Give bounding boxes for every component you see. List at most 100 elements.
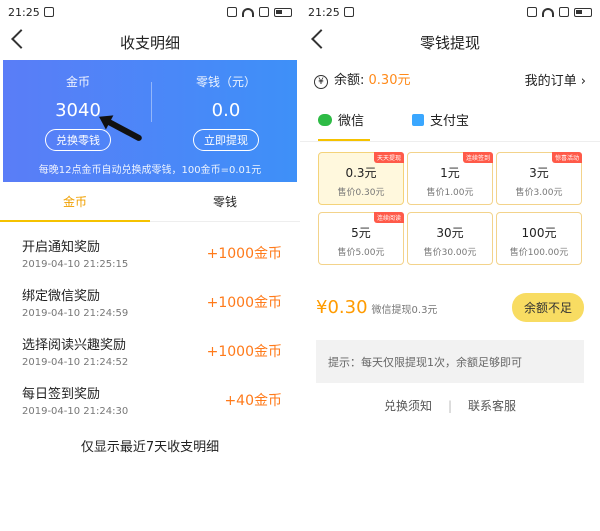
tab-coins[interactable]: 金币 xyxy=(0,182,150,222)
bottom-links: 兑换须知 | 联系客服 xyxy=(300,397,600,414)
record-time: 2019-04-10 21:24:59 xyxy=(22,307,129,319)
amount-option[interactable]: 30元售价30.00元 xyxy=(407,212,493,265)
option-price: 3元 xyxy=(529,166,549,180)
selection-bar: ¥0.30 微信提现0.3元 余额不足 xyxy=(300,280,600,334)
orders-link[interactable]: 我的订单 › xyxy=(525,70,586,89)
records-list: 开启通知奖励 2019-04-10 21:25:15 +1000金币 绑定微信奖励… xyxy=(0,222,300,424)
coins-label: 金币 xyxy=(65,75,90,89)
tip-box: 提示：每天仅限提现1次，余额足够即可 xyxy=(316,340,584,383)
record-time: 2019-04-10 21:25:15 xyxy=(22,258,129,270)
vibrate-icon xyxy=(527,7,537,17)
amount-option[interactable]: 100元售价100.00元 xyxy=(496,212,582,265)
contact-service-link[interactable]: 联系客服 xyxy=(460,399,524,413)
tabs: 金币 零钱 xyxy=(0,182,300,222)
option-sale: 售价3.00元 xyxy=(515,188,563,198)
change-value: 0.0 xyxy=(211,100,241,121)
option-sale: 售价30.00元 xyxy=(423,248,477,258)
record-title: 选择阅读兴趣奖励 xyxy=(22,337,127,353)
wifi-icon xyxy=(542,7,554,17)
tab-change[interactable]: 零钱 xyxy=(150,182,300,221)
payment-methods: 微信 支付宝 xyxy=(300,98,600,142)
record-time: 2019-04-10 21:24:52 xyxy=(22,356,129,368)
link-separator: | xyxy=(447,399,453,413)
header: 零钱提现 xyxy=(300,24,600,60)
option-price: 5元 xyxy=(351,226,371,240)
alipay-label: 支付宝 xyxy=(430,114,470,129)
change-label: 零钱（元） xyxy=(195,75,256,89)
option-tag: 连续签到 xyxy=(462,152,493,163)
record-title: 每日签到奖励 xyxy=(22,386,101,402)
right-screen: 21:25 零钱提现 ¥ 余额: 0.30元 我的订单 › 微信 支付宝 天天提现… xyxy=(300,0,600,531)
selected-price-desc: 微信提现0.3元 xyxy=(371,304,438,316)
list-item: 开启通知奖励 2019-04-10 21:25:15 +1000金币 xyxy=(22,228,282,277)
page-title: 收支明细 xyxy=(119,33,180,52)
back-icon[interactable] xyxy=(11,29,31,49)
records-footer: 仅显示最近7天收支明细 xyxy=(80,440,220,455)
amount-option[interactable]: 连续阅读 5元售价5.00元 xyxy=(318,212,404,265)
page-title: 零钱提现 xyxy=(419,33,480,52)
record-amount: +1000金币 xyxy=(206,343,282,360)
amount-option[interactable]: 惊喜活动 3元售价3.00元 xyxy=(496,152,582,205)
option-sale: 售价1.00元 xyxy=(426,188,474,198)
option-tag: 惊喜活动 xyxy=(551,152,582,163)
summary-divider xyxy=(151,82,152,122)
status-bar: 21:25 xyxy=(0,0,300,24)
sim-icon xyxy=(259,7,269,17)
battery-icon xyxy=(274,7,292,17)
record-amount: +40金币 xyxy=(224,392,282,409)
record-title: 绑定微信奖励 xyxy=(22,288,101,304)
battery-icon xyxy=(574,7,592,17)
change-block: 零钱（元） 0.0 立即提现 xyxy=(161,73,291,151)
alipay-icon xyxy=(412,113,425,126)
list-item: 绑定微信奖励 2019-04-10 21:24:59 +1000金币 xyxy=(22,277,282,326)
back-icon[interactable] xyxy=(311,29,331,49)
option-tag: 连续阅读 xyxy=(373,212,404,223)
balance-info: ¥ 余额: 0.30元 xyxy=(314,69,410,89)
orders-label: 我的订单 xyxy=(524,73,577,89)
header: 收支明细 xyxy=(0,24,300,60)
sim-icon xyxy=(559,7,569,17)
amount-option[interactable]: 天天提现 0.3元 售价0.30元 xyxy=(318,152,404,205)
app-icon xyxy=(343,7,354,17)
insufficient-balance-button[interactable]: 余额不足 xyxy=(511,292,584,322)
withdraw-button[interactable]: 立即提现 xyxy=(193,129,259,151)
balance-value: 0.30元 xyxy=(368,73,411,88)
summary-note: 每晚12点金币自动兑换成零钱，100金币=0.01元 xyxy=(38,165,262,176)
record-amount: +1000金币 xyxy=(206,294,282,311)
balance-bar: ¥ 余额: 0.30元 我的订单 › xyxy=(300,60,600,98)
option-sale: 售价5.00元 xyxy=(337,248,385,258)
coins-block: 金币 3040 兑换零钱 xyxy=(13,73,143,151)
amount-grid: 天天提现 0.3元 售价0.30元 连续签到 1元售价1.00元 惊喜活动 3元售价3.… xyxy=(300,142,600,280)
record-time: 2019-04-10 21:24:30 xyxy=(22,405,129,417)
wechat-label: 微信 xyxy=(338,114,365,129)
list-item: 选择阅读兴趣奖励 2019-04-10 21:24:52 +1000金币 xyxy=(22,326,282,375)
option-price: 30元 xyxy=(436,226,464,240)
app-icon xyxy=(43,7,54,17)
wechat-tab[interactable]: 微信 xyxy=(318,110,371,141)
option-price: 100元 xyxy=(521,226,557,240)
option-price: 1元 xyxy=(440,166,460,180)
record-title: 开启通知奖励 xyxy=(22,239,101,255)
option-sale: 售价0.30元 xyxy=(337,188,385,198)
balance-label: 余额: xyxy=(334,73,365,88)
summary-card: 金币 3040 兑换零钱 零钱（元） 0.0 立即提现 每晚12点金币自动兑换成… xyxy=(3,60,297,182)
chevron-right-icon: › xyxy=(580,73,586,89)
record-amount: +1000金币 xyxy=(206,245,282,262)
exchange-notice-link[interactable]: 兑换须知 xyxy=(376,399,440,413)
alipay-tab[interactable]: 支付宝 xyxy=(412,110,469,129)
yen-icon: ¥ xyxy=(314,75,328,89)
wifi-icon xyxy=(242,7,254,17)
status-time: 21:25 xyxy=(308,5,340,19)
list-item: 每日签到奖励 2019-04-10 21:24:30 +40金币 xyxy=(22,375,282,424)
wechat-icon xyxy=(318,113,332,126)
vibrate-icon xyxy=(227,7,237,17)
exchange-button[interactable]: 兑换零钱 xyxy=(45,129,111,151)
amount-option[interactable]: 连续签到 1元售价1.00元 xyxy=(407,152,493,205)
coins-value: 3040 xyxy=(55,100,101,121)
status-bar: 21:25 xyxy=(300,0,600,24)
selected-price: ¥0.30 微信提现0.3元 xyxy=(316,297,437,318)
option-tag: 天天提现 xyxy=(373,152,404,163)
option-sale: 售价100.00元 xyxy=(509,248,569,258)
selected-price-value: ¥0.30 xyxy=(316,296,368,318)
left-screen: 21:25 收支明细 金币 3040 兑换零钱 零钱（元） 0.0 立即提现 每… xyxy=(0,0,300,531)
